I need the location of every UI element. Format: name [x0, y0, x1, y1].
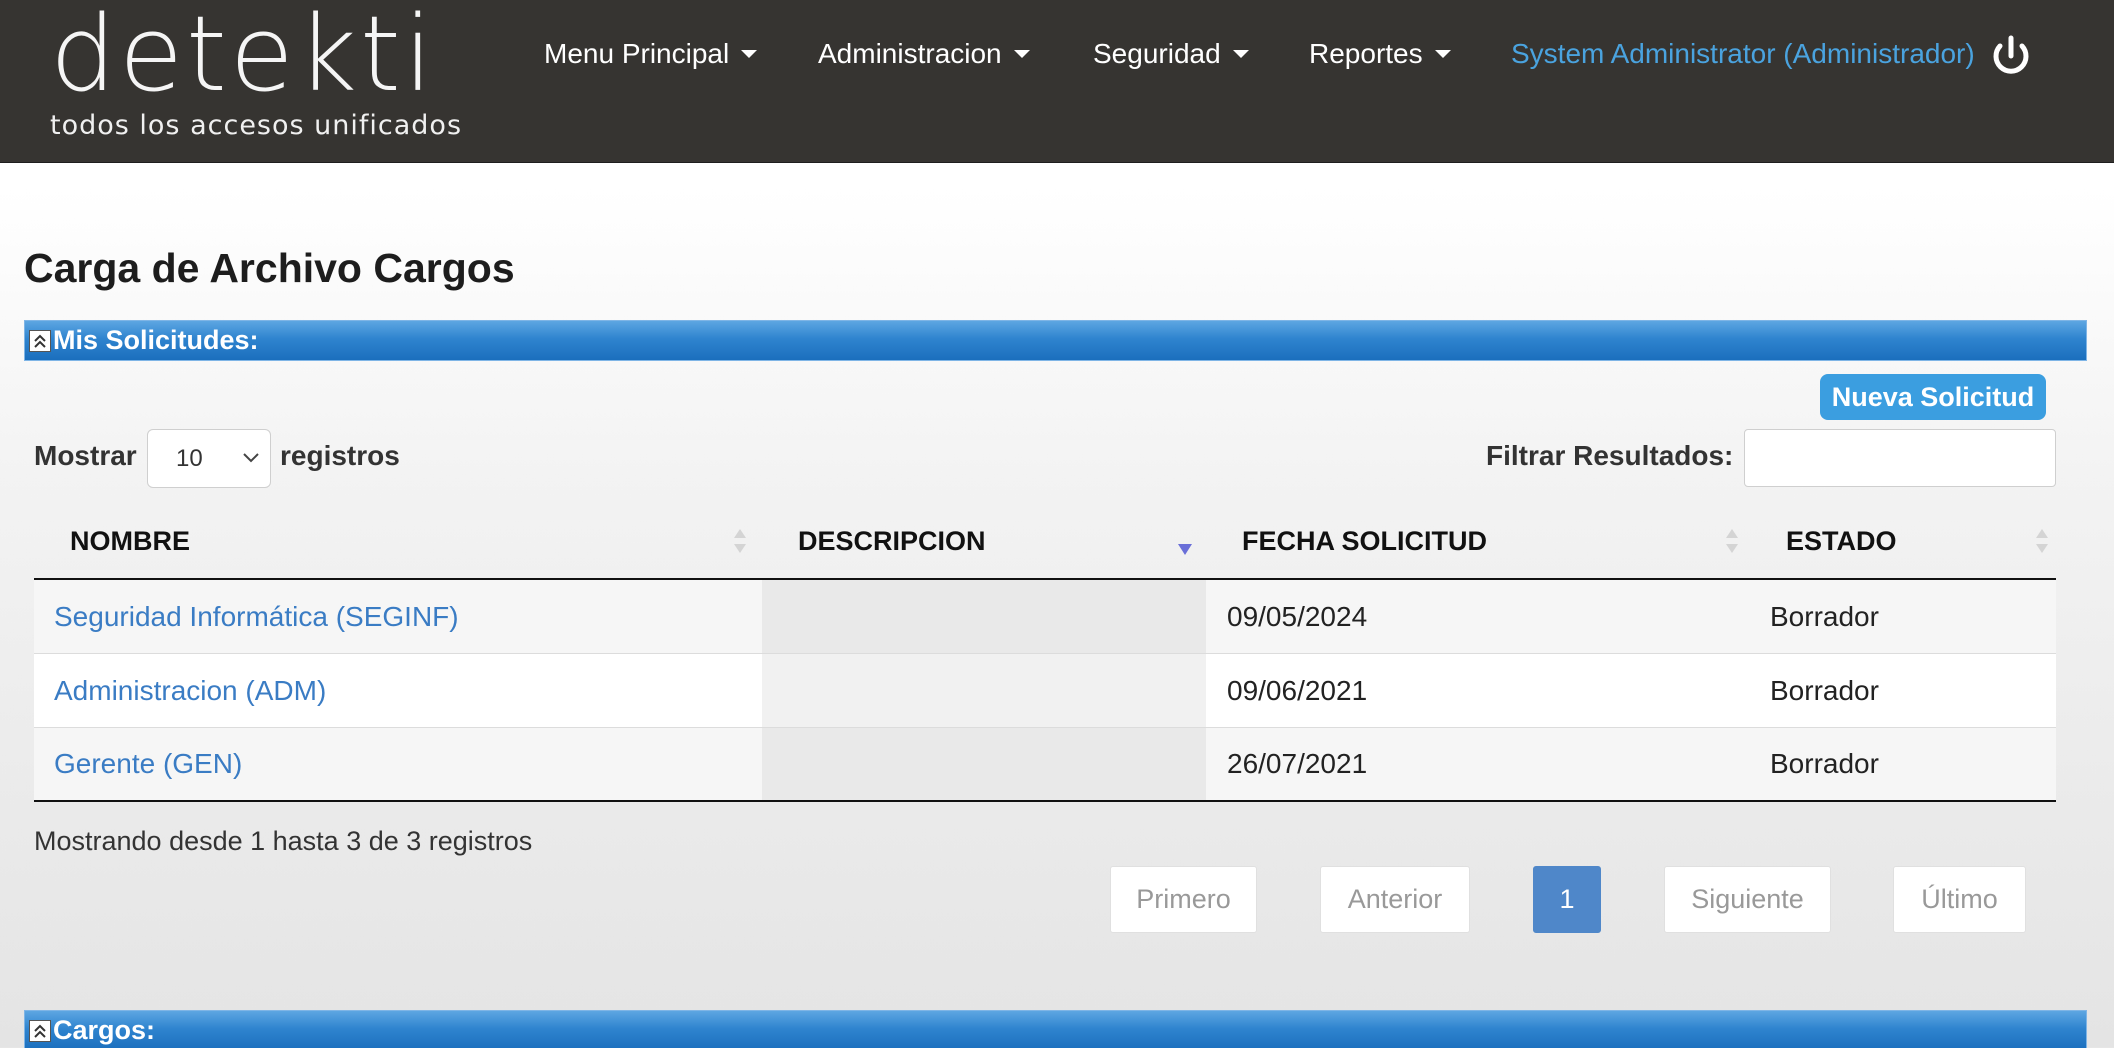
row-description — [762, 580, 1206, 653]
show-label: Mostrar — [34, 440, 137, 471]
top-navbar: detekti todos los accesos unificados Men… — [0, 0, 2114, 163]
nav-reportes-label: Reportes — [1309, 38, 1423, 69]
pagination-page-1[interactable]: 1 — [1533, 866, 1601, 933]
table-info: Mostrando desde 1 hasta 3 de 3 registros — [34, 826, 533, 856]
pagination-first-button[interactable]: Primero — [1110, 866, 1257, 933]
nav-menu-principal[interactable]: Menu Principal — [544, 34, 758, 74]
row-status: Borrador — [1770, 748, 1879, 779]
pagination-next-button[interactable]: Siguiente — [1664, 866, 1831, 933]
row-name-link[interactable]: Administracion (ADM) — [54, 675, 326, 707]
nav-seguridad-label: Seguridad — [1093, 38, 1221, 69]
caret-down-icon — [1013, 50, 1030, 58]
column-header-estado[interactable]: ESTADO — [1786, 505, 1897, 578]
logo[interactable]: detekti — [50, 2, 436, 106]
table-row: Administracion (ADM) 09/06/2021 Borrador — [34, 654, 2056, 728]
row-date: 26/07/2021 — [1227, 748, 1368, 779]
positions-section-header[interactable]: Cargos: — [24, 1010, 2087, 1048]
page-size-value: 10 — [176, 444, 203, 472]
records-label: registros — [280, 440, 400, 471]
row-status: Borrador — [1770, 600, 1879, 632]
sort-both-icon[interactable] — [1724, 525, 1740, 557]
row-description — [762, 728, 1206, 800]
nav-administracion-label: Administracion — [818, 38, 1002, 69]
requests-section-header[interactable]: Mis Solicitudes: — [24, 320, 2087, 361]
nav-seguridad[interactable]: Seguridad — [1093, 34, 1249, 74]
row-name-link[interactable]: Seguridad Informática (SEGINF) — [54, 601, 459, 633]
positions-section-title: Cargos: — [53, 1015, 156, 1045]
new-request-button[interactable]: Nueva Solicitud — [1820, 374, 2046, 420]
caret-down-icon — [1232, 50, 1249, 58]
row-status: Borrador — [1770, 674, 1879, 706]
sort-desc-icon[interactable] — [1177, 525, 1193, 557]
row-date: 09/06/2021 — [1227, 674, 1368, 706]
filter-label: Filtrar Resultados: — [1486, 440, 1734, 471]
user-menu-link[interactable]: System Administrator (Administrador) — [1511, 34, 1975, 74]
row-date: 09/05/2024 — [1227, 600, 1368, 632]
collapse-up-icon[interactable] — [29, 1019, 51, 1042]
sort-both-icon[interactable] — [732, 525, 748, 557]
column-header-nombre[interactable]: NOMBRE — [70, 505, 190, 578]
caret-down-icon — [1434, 50, 1451, 58]
requests-table: NOMBRE DESCRIPCION FECHA SOLICITUD ESTAD… — [34, 505, 2056, 802]
filter-input[interactable] — [1744, 429, 2056, 487]
table-row: Gerente (GEN) 26/07/2021 Borrador — [34, 728, 2056, 802]
page-size-select[interactable]: 10 — [147, 429, 271, 488]
sort-both-icon[interactable] — [2034, 525, 2050, 557]
logo-tagline: todos los accesos unificados — [50, 110, 463, 141]
chevron-down-icon — [243, 453, 259, 463]
collapse-up-icon[interactable] — [29, 329, 51, 352]
requests-section-title: Mis Solicitudes: — [53, 325, 259, 355]
nav-menu-principal-label: Menu Principal — [544, 38, 730, 69]
row-description — [762, 654, 1206, 727]
column-header-descripcion[interactable]: DESCRIPCION — [798, 505, 986, 578]
caret-down-icon — [741, 50, 758, 58]
page-title: Carga de Archivo Cargos — [24, 245, 515, 291]
power-icon[interactable] — [1989, 34, 2033, 80]
pagination-previous-button[interactable]: Anterior — [1320, 866, 1470, 933]
table-header: NOMBRE DESCRIPCION FECHA SOLICITUD ESTAD… — [34, 505, 2056, 580]
column-header-fecha[interactable]: FECHA SOLICITUD — [1242, 505, 1487, 578]
row-name-link[interactable]: Gerente (GEN) — [54, 748, 242, 780]
nav-administracion[interactable]: Administracion — [818, 34, 1030, 74]
nav-reportes[interactable]: Reportes — [1309, 34, 1451, 74]
table-row: Seguridad Informática (SEGINF) 09/05/202… — [34, 580, 2056, 654]
pagination-last-button[interactable]: Último — [1893, 866, 2026, 933]
